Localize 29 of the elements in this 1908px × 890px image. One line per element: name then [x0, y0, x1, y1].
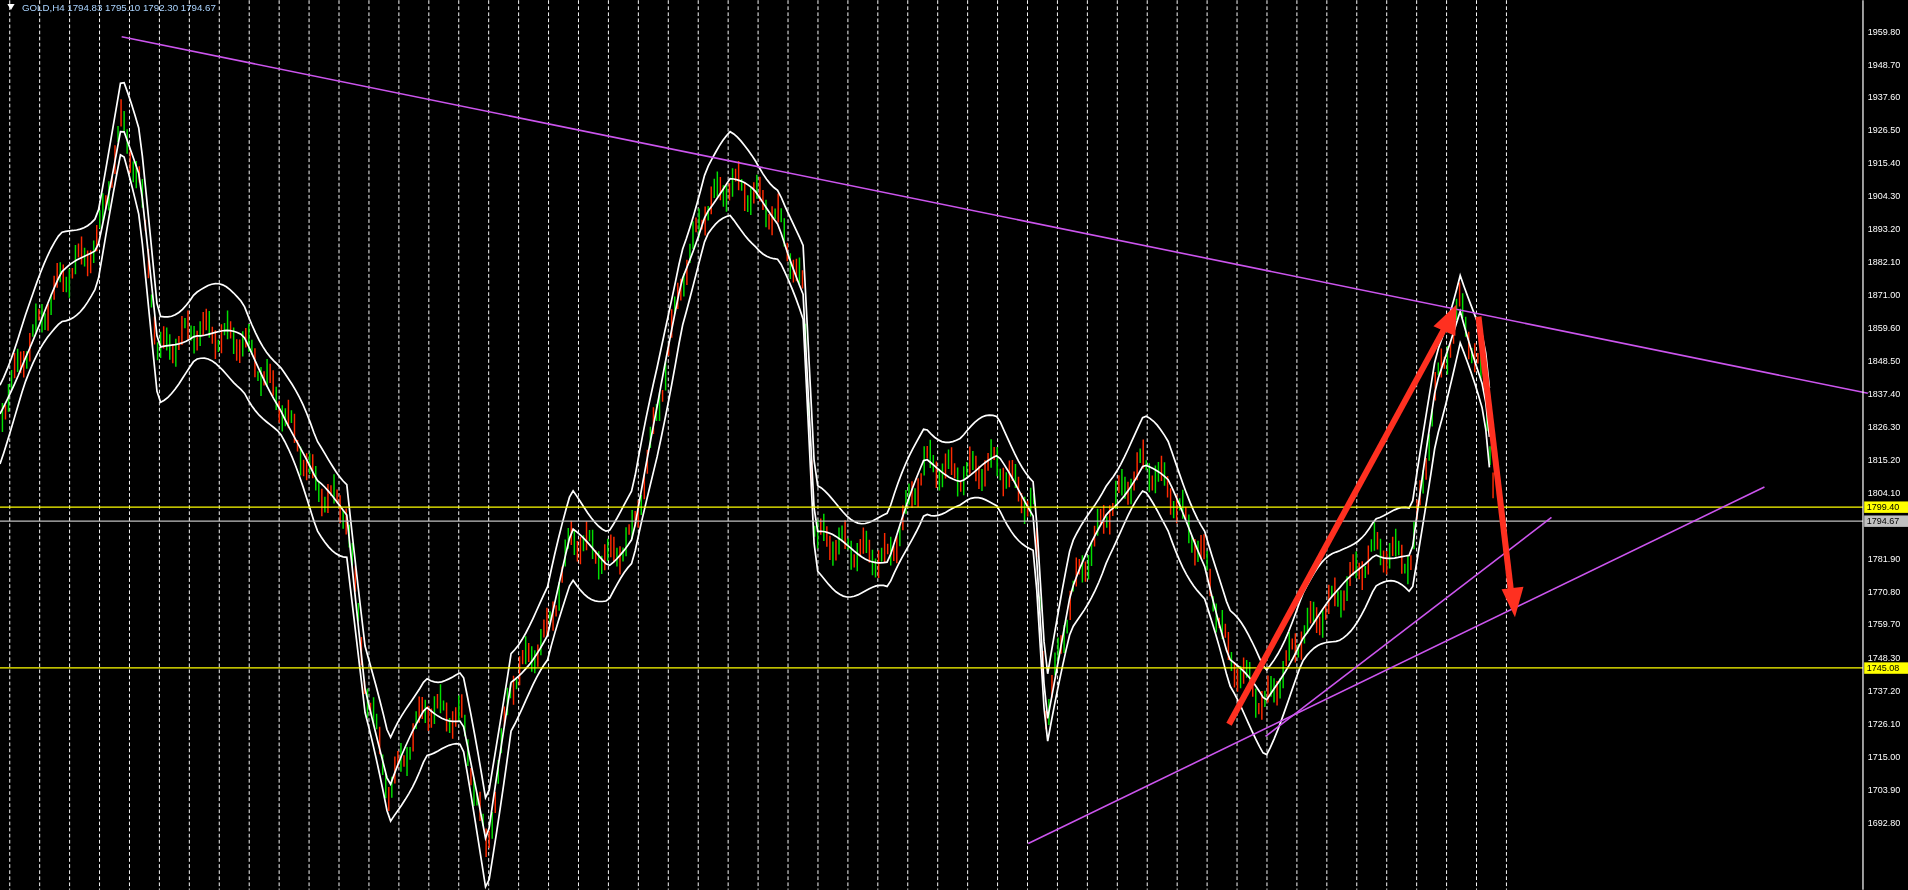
axis-label: 1893.20	[1867, 223, 1901, 234]
price-label: 1794.67	[1864, 515, 1908, 527]
axis-label: 1959.80	[1867, 26, 1901, 37]
axis-label: 1737.20	[1867, 686, 1901, 697]
axis-label: 1948.70	[1867, 59, 1901, 70]
axis-label: 1815.20	[1867, 455, 1901, 466]
axis-label: 1871.00	[1867, 289, 1901, 300]
axis-label: 1804.10	[1867, 487, 1901, 498]
axis-label: 1859.60	[1867, 323, 1901, 334]
axis-label: 1937.60	[1867, 92, 1901, 103]
axis-label: 1748.30	[1867, 653, 1901, 664]
axis-label: 1770.80	[1867, 586, 1901, 597]
axis-label: 1726.10	[1867, 719, 1901, 729]
axis-label: 1781.90	[1867, 553, 1901, 564]
axis-label: 1703.90	[1867, 784, 1901, 795]
chart-header: GOLD,H4 1794.83 1795.10 1792.30 1794.67	[21, 2, 216, 14]
price-label: 1799.40	[1864, 501, 1908, 513]
axis-label: 1904.30	[1867, 191, 1901, 202]
axis-label: 1826.30	[1867, 422, 1901, 433]
triangle-icon	[7, 3, 15, 10]
axis-label: 1915.40	[1867, 158, 1901, 169]
axis-label: 1759.70	[1867, 619, 1901, 630]
axis-label: 1837.40	[1867, 389, 1901, 400]
axis-label: 1692.80	[1867, 817, 1901, 828]
axis-label: 1882.10	[1867, 256, 1901, 267]
axis-label: 1848.50	[1867, 356, 1901, 367]
axis-label: 1926.50	[1867, 125, 1901, 136]
axis-label: 1715.00	[1867, 751, 1901, 762]
price-label: 1745.08	[1864, 662, 1908, 674]
